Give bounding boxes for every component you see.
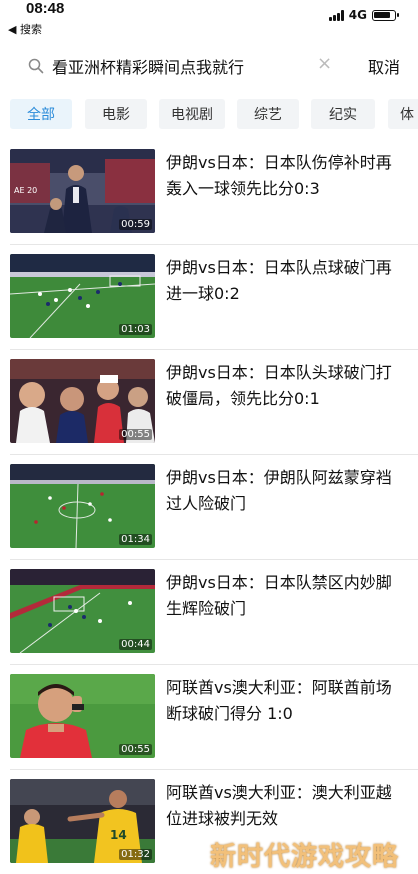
video-item[interactable]: 01:34 伊朗vs日本：伊朗队阿兹蒙穿裆过人险破门 bbox=[0, 455, 418, 560]
video-title[interactable]: 伊朗vs日本：日本队禁区内妙脚生辉险破门 bbox=[166, 570, 392, 622]
video-duration: 01:03 bbox=[119, 324, 152, 335]
cancel-button[interactable]: 取消 bbox=[368, 54, 400, 78]
clear-icon[interactable]: × bbox=[317, 55, 332, 73]
video-title[interactable]: 阿联酋vs澳大利亚：阿联酋前场断球破门得分 1:0 bbox=[166, 675, 392, 727]
network-type: 4G bbox=[348, 8, 367, 22]
video-duration: 01:32 bbox=[119, 849, 152, 860]
video-thumbnail[interactable]: 00:44 bbox=[10, 569, 155, 653]
signal-icon bbox=[328, 9, 344, 21]
tab-all[interactable]: 全部 bbox=[10, 99, 72, 129]
video-thumbnail[interactable]: AE 20 00:59 bbox=[10, 149, 155, 233]
search-icon bbox=[28, 58, 44, 74]
video-item[interactable]: 01:03 伊朗vs日本：日本队点球破门再进一球0:2 bbox=[0, 245, 418, 350]
search-bar: 看亚洲杯精彩瞬间点我就行 × 取消 bbox=[0, 45, 418, 85]
tab-variety[interactable]: 综艺 bbox=[237, 99, 299, 129]
search-input[interactable]: 看亚洲杯精彩瞬间点我就行 × bbox=[26, 49, 344, 81]
video-title[interactable]: 伊朗vs日本：日本队伤停补时再轰入一球领先比分0:3 bbox=[166, 150, 392, 202]
video-thumbnail[interactable]: 00:55 bbox=[10, 674, 155, 758]
video-duration: 00:55 bbox=[119, 744, 152, 755]
video-duration: 01:34 bbox=[119, 534, 152, 545]
status-bar: 08:48 ◀ 搜索 4G bbox=[0, 0, 418, 40]
video-title[interactable]: 伊朗vs日本：日本队点球破门再进一球0:2 bbox=[166, 255, 392, 307]
svg-text:14: 14 bbox=[110, 828, 127, 842]
video-title[interactable]: 阿联酋vs澳大利亚：澳大利亚越位进球被判无效 bbox=[166, 780, 392, 832]
status-time: 08:48 bbox=[26, 0, 65, 17]
tab-movies[interactable]: 电影 bbox=[85, 99, 147, 129]
video-duration: 00:44 bbox=[119, 639, 152, 650]
video-item[interactable]: AE 20 00:59 伊朗vs日本：日本队伤停补时再轰入一球领先比分0:3 bbox=[0, 140, 418, 245]
back-to-search-link[interactable]: ◀ 搜索 bbox=[8, 21, 42, 37]
tab-documentary[interactable]: 纪实 bbox=[311, 99, 375, 129]
battery-icon bbox=[372, 9, 399, 21]
search-query: 看亚洲杯精彩瞬间点我就行 bbox=[52, 58, 245, 77]
video-item[interactable]: 00:44 伊朗vs日本：日本队禁区内妙脚生辉险破门 bbox=[0, 560, 418, 665]
category-tabs: 全部 电影 电视剧 综艺 纪实 体 bbox=[0, 99, 418, 129]
status-indicators: 4G bbox=[328, 8, 399, 22]
svg-text:AE 20: AE 20 bbox=[14, 186, 37, 195]
tab-sports[interactable]: 体 bbox=[388, 99, 418, 129]
video-item[interactable]: 00:55 伊朗vs日本：日本队头球破门打破僵局，领先比分0:1 bbox=[0, 350, 418, 455]
video-duration: 00:55 bbox=[119, 429, 152, 440]
video-thumbnail[interactable]: 14 01:32 bbox=[10, 779, 155, 863]
video-thumbnail[interactable]: 00:55 bbox=[10, 359, 155, 443]
video-duration: 00:59 bbox=[119, 219, 152, 230]
video-thumbnail[interactable]: 01:03 bbox=[10, 254, 155, 338]
tab-tv-series[interactable]: 电视剧 bbox=[159, 99, 225, 129]
video-item[interactable]: 00:55 阿联酋vs澳大利亚：阿联酋前场断球破门得分 1:0 bbox=[0, 665, 418, 770]
video-title[interactable]: 伊朗vs日本：日本队头球破门打破僵局，领先比分0:1 bbox=[166, 360, 392, 412]
watermark-text: 新时代游戏攻略 bbox=[210, 842, 400, 872]
video-title[interactable]: 伊朗vs日本：伊朗队阿兹蒙穿裆过人险破门 bbox=[166, 465, 392, 517]
video-thumbnail[interactable]: 01:34 bbox=[10, 464, 155, 548]
